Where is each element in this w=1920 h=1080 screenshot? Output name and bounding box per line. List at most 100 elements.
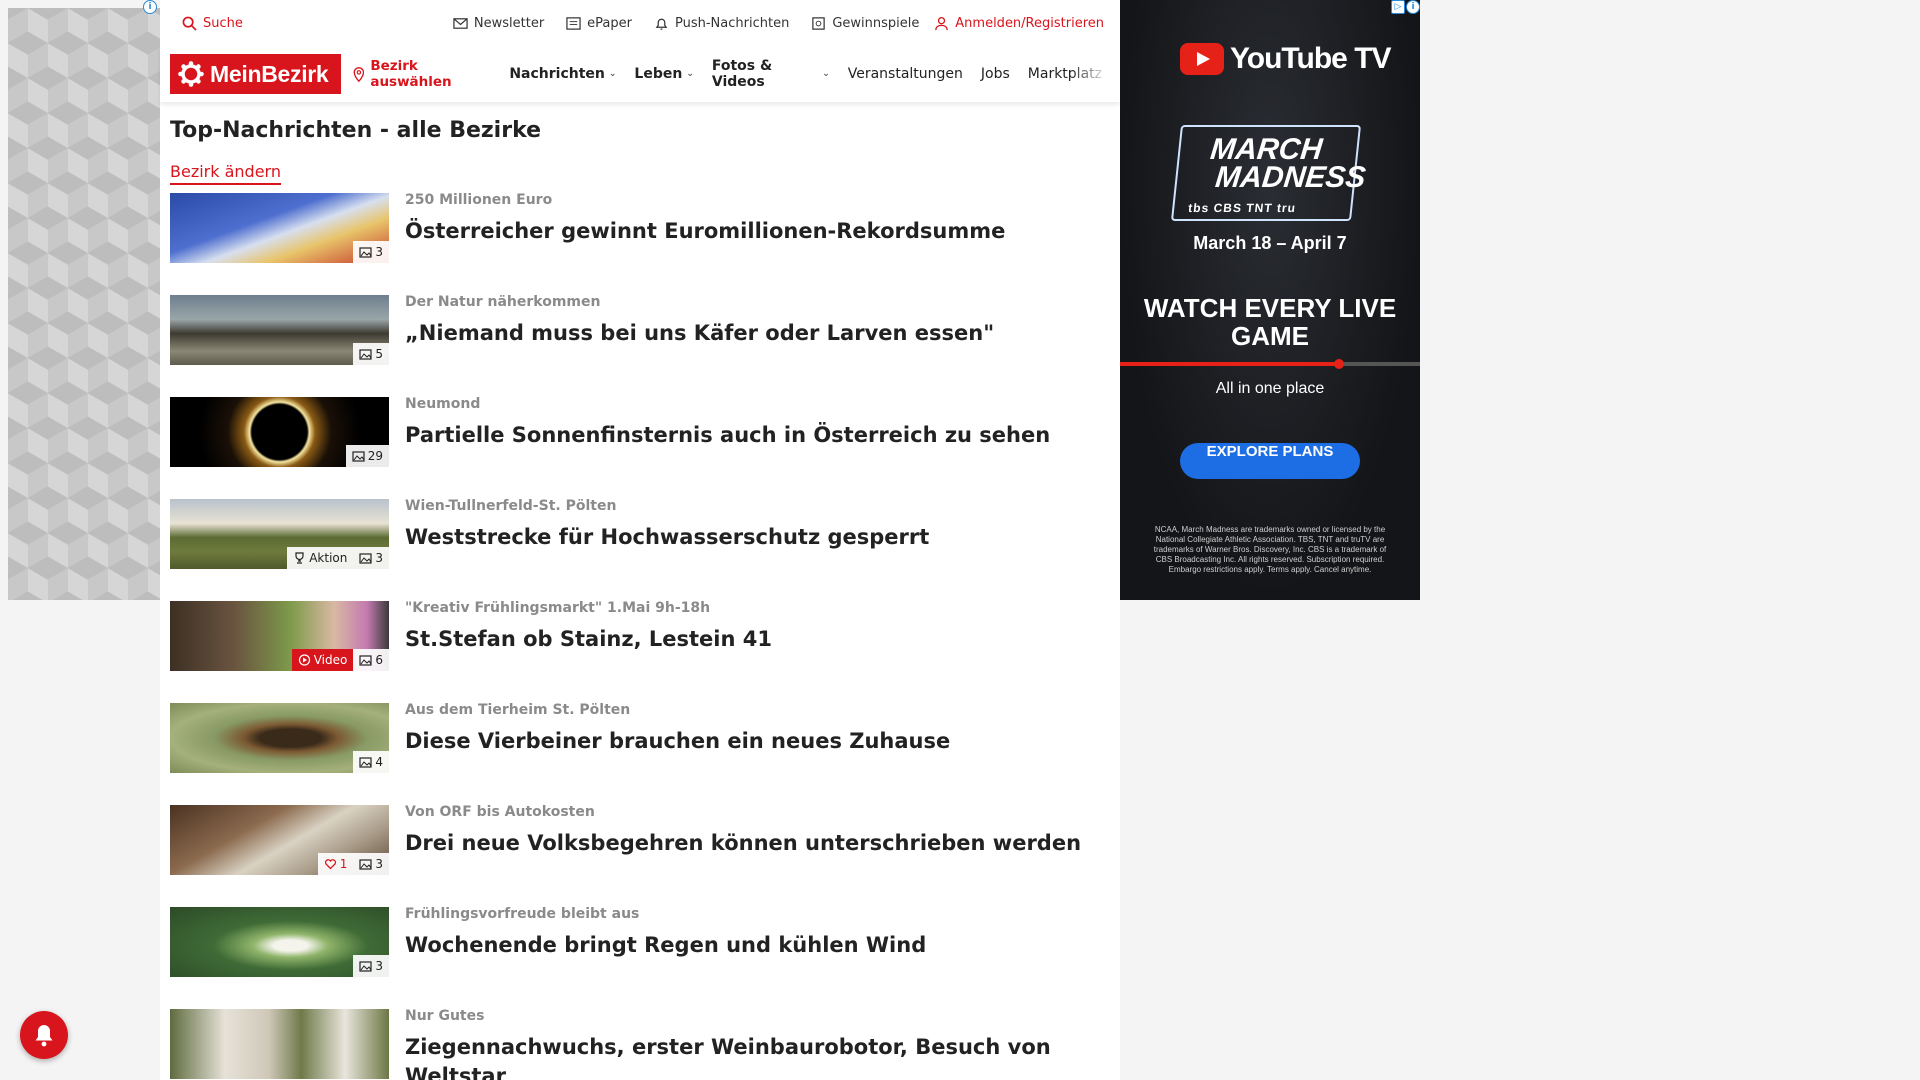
video-label: Video: [313, 653, 348, 667]
article-item[interactable]: Aktion 3 Wien-Tullnerfeld-St. Pölten West…: [170, 498, 1110, 601]
play-icon: [1180, 43, 1224, 75]
article-kicker: Neumond: [405, 396, 481, 412]
article-item[interactable]: Nur Gutes Ziegennachwuchs, erster Weinbau…: [170, 1008, 1110, 1080]
nav-item-leben[interactable]: Leben ⌄: [634, 66, 693, 82]
article-headline[interactable]: Diese Vierbeiner brauchen ein neues Zuha…: [405, 727, 950, 756]
article-item[interactable]: 3 250 Millionen Euro Österreicher gewinnt…: [170, 192, 1110, 295]
article-list: 3 250 Millionen Euro Österreicher gewinnt…: [170, 192, 1110, 1080]
article-thumbnail[interactable]: Video 6: [170, 601, 389, 671]
envelope-icon: [453, 17, 468, 29]
march-madness-logo: MARCH MADNESS tbs CBS TNT tru: [1170, 125, 1367, 221]
article-kicker: 250 Millionen Euro: [405, 192, 553, 208]
image-count-badge: 3: [353, 241, 389, 263]
article-item[interactable]: 1 3 Von ORF bis Autokosten Drei neue Volk…: [170, 804, 1110, 907]
article-kicker: Aus dem Tierheim St. Pölten: [405, 702, 631, 718]
site-logo[interactable]: MeinBezirk: [170, 54, 341, 94]
bell-icon: [655, 18, 668, 30]
epaper-label: ePaper: [587, 15, 632, 31]
ad-brand: YouTube TV: [1230, 42, 1392, 75]
login-link[interactable]: Anmelden/Registrieren: [934, 16, 1104, 31]
article-thumbnail[interactable]: [170, 1009, 389, 1079]
image-count: 3: [375, 245, 383, 259]
heart-icon: [324, 859, 336, 870]
image-count-badge: 4: [353, 751, 389, 773]
push-notification-button[interactable]: [20, 1011, 68, 1059]
chevron-down-icon: ⌄: [822, 69, 830, 79]
newsletter-link[interactable]: Newsletter: [453, 16, 544, 31]
ad-progress-fill: [1120, 359, 1344, 369]
image-count-badge: 6: [353, 649, 389, 671]
select-district-label: Bezirk auswählen: [370, 58, 452, 90]
article-headline[interactable]: Ziegennachwuchs, erster Weinbaurobotor, …: [405, 1033, 1110, 1080]
main-navigation: MeinBezirk Bezirk auswählen Nachrichten ⌄…: [160, 46, 1120, 102]
article-item[interactable]: 29 Neumond Partielle Sonnenfinsternis auc…: [170, 396, 1110, 499]
nav-item-label: Nachrichten: [509, 66, 605, 82]
change-district-link[interactable]: Bezirk ändern: [170, 162, 281, 185]
article-thumbnail[interactable]: 3: [170, 907, 389, 977]
article-thumbnail[interactable]: Aktion 3: [170, 499, 389, 569]
select-district-button[interactable]: Bezirk auswählen: [353, 58, 492, 90]
image-icon: [359, 349, 372, 360]
article-item[interactable]: 3 Frühlingsvorfreude bleibt aus Wochenend…: [170, 906, 1110, 1009]
search-icon: [182, 16, 197, 31]
ad-play-icon[interactable]: ▷: [1391, 0, 1405, 14]
image-count: 6: [375, 653, 383, 667]
article-item[interactable]: 4 Aus dem Tierheim St. Pölten Diese Vierb…: [170, 702, 1110, 805]
search-link[interactable]: Suche: [182, 16, 243, 31]
main-column: Suche Newsletter ePaper Push-Nachrichten…: [160, 0, 1120, 1080]
trophy-icon: [295, 552, 304, 564]
image-icon: [359, 757, 372, 768]
article-headline[interactable]: St.Stefan ob Stainz, Lestein 41: [405, 625, 772, 654]
article-kicker: Frühlingsvorfreude bleibt aus: [405, 906, 640, 922]
article-kicker: Wien-Tullnerfeld-St. Pölten: [405, 498, 617, 514]
article-thumbnail[interactable]: 1 3: [170, 805, 389, 875]
gift-icon: [812, 16, 826, 30]
play-icon: [298, 654, 310, 666]
nav-item-jobs[interactable]: Jobs: [981, 66, 1010, 82]
gewinnspiele-label: Gewinnspiele: [832, 15, 920, 31]
article-item[interactable]: 5 Der Natur näherkommen „Niemand muss bei…: [170, 294, 1110, 397]
article-headline[interactable]: „Niemand muss bei uns Käfer oder Larven …: [405, 319, 994, 348]
article-headline[interactable]: Wochenende bringt Regen und kühlen Wind: [405, 931, 926, 960]
article-thumbnail[interactable]: 5: [170, 295, 389, 365]
nav-fade: [1070, 46, 1120, 102]
article-headline[interactable]: Weststrecke für Hochwasserschutz gesperr…: [405, 523, 929, 552]
nav-item-nachrichten[interactable]: Nachrichten ⌄: [509, 66, 616, 82]
nav-item-fotos-videos[interactable]: Fotos & Videos ⌄: [712, 58, 830, 90]
user-icon: [935, 16, 949, 30]
ad-choices-icon[interactable]: i: [1406, 0, 1420, 14]
youtube-tv-ad[interactable]: YouTube TV MARCH MADNESS tbs CBS TNT tru…: [1120, 0, 1420, 600]
article-kicker: "Kreativ Frühlingsmarkt" 1.Mai 9h-18h: [405, 600, 711, 616]
epaper-link[interactable]: ePaper: [566, 16, 632, 31]
ad-dates: March 18 – April 7: [1193, 233, 1347, 253]
newspaper-icon: [566, 16, 581, 30]
image-count: 3: [375, 959, 383, 973]
aktion-label: Aktion: [309, 551, 348, 565]
article-headline[interactable]: Partielle Sonnenfinsternis auch in Öster…: [405, 421, 1050, 450]
youtube-tv-logo: YouTube TV: [1180, 42, 1392, 76]
nav-item-label: Jobs: [980, 66, 1010, 82]
explore-plans-button[interactable]: EXPLORE PLANS: [1180, 443, 1360, 479]
ad-info-icon[interactable]: i: [143, 0, 157, 14]
network-logos: tbs CBS TNT tru: [1187, 201, 1297, 215]
newsletter-label: Newsletter: [473, 15, 545, 31]
article-headline[interactable]: Österreicher gewinnt Euromillionen-Rekor…: [405, 217, 1005, 246]
article-headline[interactable]: Drei neue Volksbegehren können unterschr…: [405, 829, 1081, 858]
nav-item-label: Veranstaltungen: [847, 66, 963, 82]
gewinnspiele-link[interactable]: Gewinnspiele: [811, 16, 919, 31]
ad-progress-bar: [1120, 359, 1420, 369]
article-thumbnail[interactable]: 29: [170, 397, 389, 467]
article-thumbnail[interactable]: 3: [170, 193, 389, 263]
nav-item-label: Fotos & Videos: [711, 58, 773, 90]
push-notifications-link[interactable]: Push-Nachrichten: [654, 16, 789, 31]
article-item[interactable]: Video 6 "Kreativ Frühlingsmarkt" 1.Mai 9…: [170, 600, 1110, 703]
chevron-down-icon: ⌄: [686, 69, 694, 79]
image-icon: [352, 451, 365, 462]
article-kicker: Nur Gutes: [405, 1008, 485, 1024]
aktion-badge: Aktion: [287, 547, 354, 569]
nav-item-veranstaltungen[interactable]: Veranstaltungen: [848, 66, 963, 82]
left-skin-ad[interactable]: [8, 8, 160, 600]
page-title: Top-Nachrichten - alle Bezirke: [170, 118, 542, 143]
article-thumbnail[interactable]: 4: [170, 703, 389, 773]
ad-progress-dot: [1334, 359, 1344, 369]
